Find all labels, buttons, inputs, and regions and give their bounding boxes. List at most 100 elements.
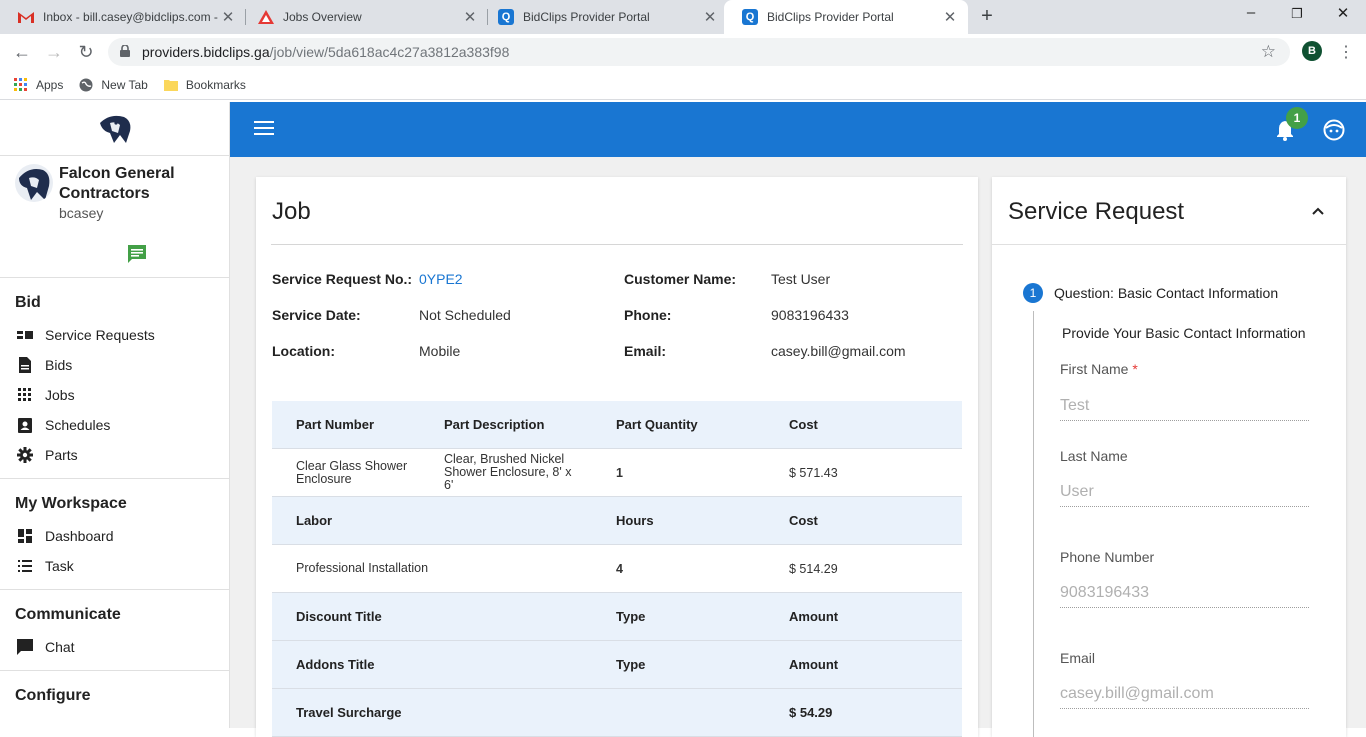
table-header-row: Discount Title Type Amount: [272, 593, 962, 641]
chat-icon: [17, 639, 33, 655]
service-request-no-label: Service Request No.:: [272, 271, 413, 287]
app-logo[interactable]: [0, 102, 229, 156]
grid-icon: [17, 387, 33, 403]
app-icon: [258, 9, 274, 25]
sidebar-item-parts[interactable]: Parts: [0, 440, 229, 470]
bookmark-new-tab[interactable]: New Tab: [79, 77, 148, 92]
sidebar-item-task[interactable]: Task: [0, 551, 229, 581]
profile-avatar[interactable]: B: [1302, 41, 1322, 61]
customer-name-label: Customer Name:: [624, 271, 737, 287]
message-icon[interactable]: [127, 244, 147, 264]
sidebar-item-service-requests[interactable]: Service Requests: [0, 320, 229, 350]
bookmark-folder[interactable]: Bookmarks: [163, 78, 246, 92]
account-face-icon[interactable]: [1323, 119, 1345, 141]
table-header-row: Part Number Part Description Part Quanti…: [272, 401, 962, 449]
folder-icon: [163, 79, 178, 91]
service-request-card: Service Request 1 Question: Basic Contac…: [992, 177, 1346, 737]
lock-icon: [120, 44, 132, 60]
close-tab-icon[interactable]: ✕: [218, 8, 238, 26]
first-name-label: First Name *: [1060, 361, 1138, 377]
job-card: Job Service Request No.: 0YPE2 Customer …: [256, 177, 978, 737]
sidebar-item-bids[interactable]: Bids: [0, 350, 229, 380]
service-date-label: Service Date:: [272, 307, 361, 323]
restore-icon[interactable]: ❐: [1282, 6, 1312, 22]
bookmark-apps[interactable]: Apps: [14, 77, 64, 92]
bookmark-label: New Tab: [101, 77, 148, 92]
table-cell: 4: [616, 561, 623, 576]
close-tab-icon[interactable]: ✕: [940, 8, 960, 26]
first-name-field[interactable]: [1060, 391, 1309, 421]
sidebar-section-workspace: My Workspace Dashboard Task: [0, 479, 229, 590]
table-header-cell: Type: [616, 657, 646, 672]
table-cell: Clear, Brushed Nickel Shower Enclosure, …: [444, 452, 572, 492]
table-header-cell: Amount: [789, 657, 839, 672]
table-cell: Professional Installation: [296, 561, 429, 575]
bookmark-label: Apps: [36, 77, 64, 92]
bookmark-star-icon[interactable]: ☆: [1261, 42, 1276, 62]
stepper-line: [1033, 311, 1034, 737]
sidebar-heading: Bid: [15, 294, 41, 311]
sidebar-item-label: Schedules: [45, 417, 111, 433]
sidebar-item-schedules[interactable]: Schedules: [0, 410, 229, 440]
gear-icon: [17, 447, 33, 463]
service-date-value: Not Scheduled: [419, 307, 511, 323]
job-items-table: Part Number Part Description Part Quanti…: [272, 401, 962, 737]
forward-icon[interactable]: →: [42, 40, 66, 64]
dashboard-icon: [17, 528, 33, 544]
email-field-label: Email: [1060, 650, 1096, 666]
step-title: Question: Basic Contact Information: [1054, 285, 1279, 301]
minimize-icon[interactable]: –: [1236, 4, 1266, 21]
table-header-cell: Hours: [616, 513, 654, 528]
service-request-no-link[interactable]: 0YPE2: [419, 271, 463, 287]
phone-number-field[interactable]: [1060, 578, 1309, 608]
back-icon[interactable]: ←: [10, 40, 34, 64]
table-header-cell: Part Quantity: [616, 417, 698, 432]
close-tab-icon[interactable]: ✕: [700, 8, 720, 26]
hamburger-menu-icon[interactable]: [254, 121, 274, 137]
gmail-icon: [18, 9, 34, 25]
company-name: Falcon General Contractors: [59, 165, 175, 202]
reload-icon[interactable]: ↻: [74, 40, 98, 64]
table-header-cell: Amount: [789, 609, 839, 624]
url-path: /job/view/5da618ac4c27a3812a383f98: [269, 44, 510, 60]
tab-bidclips-1[interactable]: Q BidClips Provider Portal ✕: [480, 0, 728, 34]
table-header-cell: Discount Title: [296, 609, 382, 624]
table-header-row: Addons Title Type Amount: [272, 641, 962, 689]
address-bar[interactable]: providers.bidclips.ga/job/view/5da618ac4…: [108, 38, 1290, 66]
required-asterisk: *: [1132, 361, 1138, 377]
tab-jobs-overview[interactable]: Jobs Overview ✕: [240, 0, 488, 34]
email-field[interactable]: [1060, 679, 1309, 709]
sidebar-heading: Configure: [15, 687, 91, 704]
table-row: Professional Installation 4 $ 514.29: [272, 545, 962, 593]
company-avatar: [15, 164, 53, 202]
table-header-row: Labor Hours Cost: [272, 497, 962, 545]
sidebar-heading: My Workspace: [15, 495, 127, 512]
sidebar-item-jobs[interactable]: Jobs: [0, 380, 229, 410]
close-window-icon[interactable]: ✕: [1328, 4, 1358, 22]
close-tab-icon[interactable]: ✕: [460, 8, 480, 26]
divider: [992, 244, 1346, 245]
chevron-up-icon[interactable]: [1310, 203, 1326, 219]
email-value: casey.bill@gmail.com: [771, 343, 906, 359]
tab-gmail[interactable]: Inbox - bill.casey@bidclips.com - ✕: [0, 0, 246, 34]
list-card-icon: [17, 327, 33, 343]
browser-tabstrip: Inbox - bill.casey@bidclips.com - ✕ Jobs…: [0, 0, 1366, 34]
bookmarks-bar: Apps New Tab Bookmarks: [0, 70, 1366, 100]
table-header-row: Travel Surcharge $ 54.29: [272, 689, 962, 737]
new-tab-button[interactable]: +: [976, 5, 998, 28]
sidebar-section-configure: Configure: [0, 671, 229, 721]
table-header-cell: Part Description: [444, 417, 545, 432]
table-cell: $ 514.29: [789, 561, 838, 576]
phone-value: 9083196433: [771, 307, 849, 323]
menu-kebab-icon[interactable]: ⋮: [1338, 42, 1354, 62]
last-name-field[interactable]: [1060, 477, 1309, 507]
sidebar-item-dashboard[interactable]: Dashboard: [0, 521, 229, 551]
service-request-title: Service Request: [1008, 198, 1185, 225]
table-cell: $ 571.43: [789, 465, 838, 480]
sidebar-item-chat[interactable]: Chat: [0, 632, 229, 662]
job-title: Job: [272, 198, 311, 225]
table-header-cell: Travel Surcharge: [296, 705, 402, 720]
sidebar-heading: Communicate: [15, 606, 121, 623]
tab-bidclips-active[interactable]: Q BidClips Provider Portal ✕: [724, 0, 968, 34]
tab-title: Jobs Overview: [283, 10, 362, 24]
